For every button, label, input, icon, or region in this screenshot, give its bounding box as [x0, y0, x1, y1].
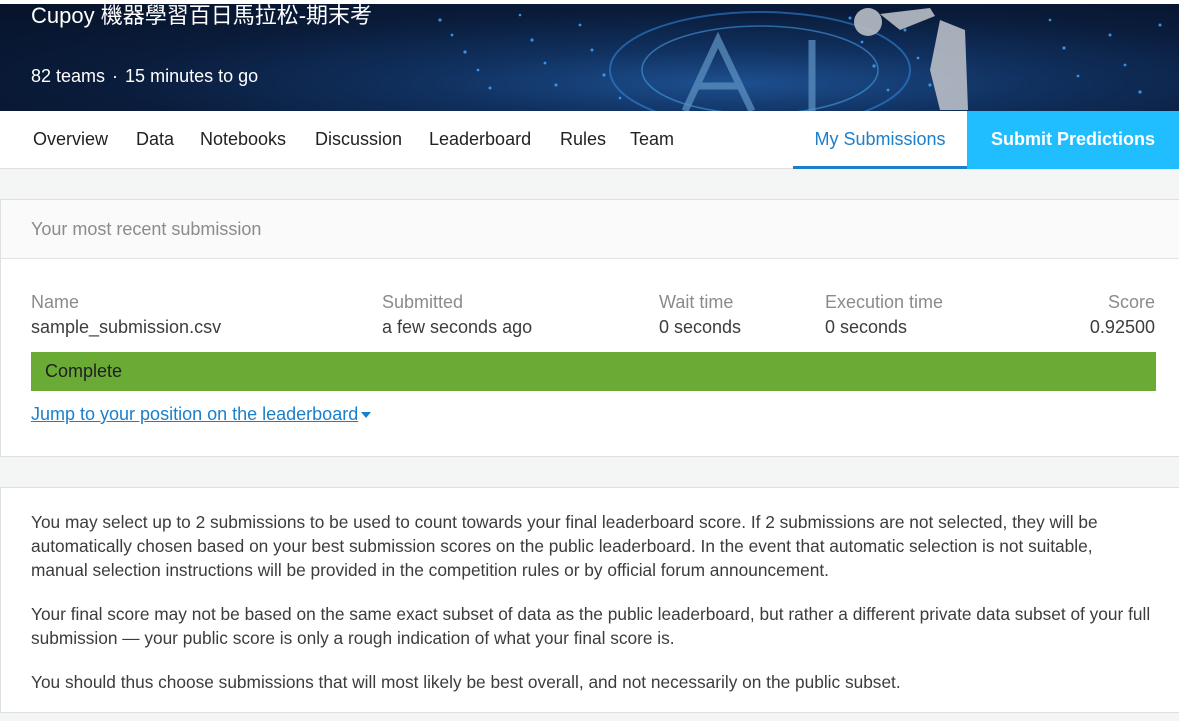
competition-banner: Cupoy 機器學習百日馬拉松-期末考 82 teams · 15 minutes …: [0, 0, 1179, 111]
execution-time-label: Execution time: [825, 292, 944, 312]
recent-submission-header: Your most recent submission: [1, 200, 1179, 259]
jump-link-text: Jump to your position on the leaderboard: [31, 404, 359, 424]
tab-notebooks[interactable]: Notebooks: [200, 111, 286, 169]
submission-status-bar: Complete: [31, 352, 1156, 391]
submission-selection-info-card: You may select up to 2 submissions to be…: [0, 487, 1179, 713]
recent-submission-card: Your most recent submission Name sample_…: [0, 199, 1179, 457]
jump-to-leaderboard-link[interactable]: Jump to your position on the leaderboard: [31, 404, 372, 425]
wait-time-value: 0 seconds: [659, 317, 742, 337]
tab-my-submissions[interactable]: My Submissions: [793, 111, 967, 169]
tab-data[interactable]: Data: [136, 111, 174, 169]
status-text: Complete: [45, 361, 123, 381]
submitted-column-label: Submitted: [382, 292, 464, 312]
score-value: 0.92500: [1089, 317, 1155, 337]
execution-time-value: 0 seconds: [825, 317, 908, 337]
name-column-label: Name: [31, 292, 80, 312]
caret-down-icon: [361, 412, 372, 419]
team-count: 82 teams: [31, 66, 106, 86]
tab-leaderboard[interactable]: Leaderboard: [429, 111, 531, 169]
tab-team[interactable]: Team: [630, 111, 674, 169]
competition-title: Cupoy 機器學習百日馬拉松-期末考: [31, 3, 373, 28]
tab-rules[interactable]: Rules: [560, 111, 606, 169]
time-remaining: 15 minutes to go: [125, 66, 259, 86]
wait-time-label: Wait time: [659, 292, 734, 312]
info-paragraph-1: You may select up to 2 submissions to be…: [31, 512, 1098, 580]
submit-predictions-button[interactable]: Submit Predictions: [967, 111, 1179, 169]
tab-overview[interactable]: Overview: [33, 111, 108, 169]
submitted-time: a few seconds ago: [382, 317, 533, 337]
info-paragraph-3: You should thus choose submissions that …: [31, 672, 901, 692]
competition-meta: 82 teams · 15 minutes to go: [31, 66, 258, 87]
recent-submission-heading: Your most recent submission: [31, 219, 262, 239]
info-paragraph-2: Your final score may not be based on the…: [31, 604, 1151, 648]
score-label: Score: [1107, 292, 1155, 312]
meta-separator: ·: [112, 66, 119, 86]
submission-file-name: sample_submission.csv: [31, 317, 222, 337]
tab-discussion[interactable]: Discussion: [315, 111, 402, 169]
competition-tab-bar: Overview Data Notebooks Discussion Leade…: [0, 111, 1179, 169]
